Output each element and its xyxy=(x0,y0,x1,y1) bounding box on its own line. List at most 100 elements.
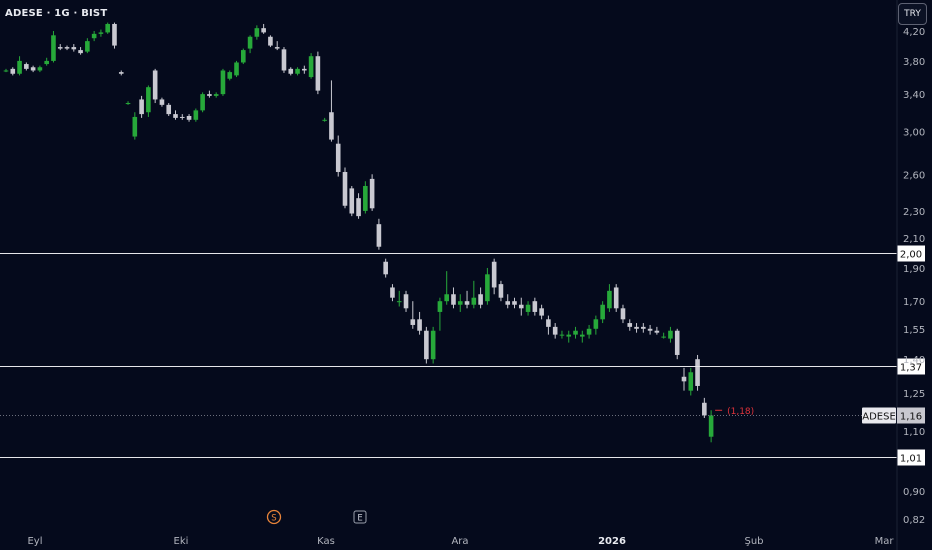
candle xyxy=(200,92,205,113)
candle-body xyxy=(627,323,633,327)
candle xyxy=(146,85,151,117)
candle-body xyxy=(471,297,477,305)
candle-body xyxy=(634,326,639,329)
candle-body xyxy=(159,99,165,105)
y-tick-label: 3,00 xyxy=(903,128,925,139)
candle-body xyxy=(207,94,212,96)
candle-body xyxy=(647,328,653,331)
candle-body xyxy=(390,287,395,298)
candle-body xyxy=(356,198,361,217)
candle-body xyxy=(498,284,504,298)
candle xyxy=(498,280,504,302)
candle-body xyxy=(146,87,151,113)
candle xyxy=(552,323,558,339)
x-tick-label: Mar xyxy=(875,536,895,547)
price-axis: 4,20 3,80 3,40 3,00 2,60 2,30 2,10 1,90 1,70 1,55… xyxy=(715,0,925,550)
candle xyxy=(607,284,612,312)
candle-body xyxy=(485,274,490,302)
candle-body xyxy=(78,50,83,54)
y-tick-label: 2,30 xyxy=(903,207,925,218)
candle-body xyxy=(586,328,592,335)
candle-body xyxy=(241,50,246,63)
candle xyxy=(281,47,287,73)
candle-body xyxy=(424,330,429,360)
candle xyxy=(322,117,327,122)
candle-body xyxy=(118,72,124,74)
time-axis: Eyl Eki Kas Ara 2026 Şub Mar xyxy=(27,536,894,547)
candle xyxy=(586,324,592,339)
candle-body xyxy=(539,308,544,316)
candle xyxy=(112,22,117,49)
candle xyxy=(105,22,110,34)
candle-body xyxy=(559,334,565,336)
candle xyxy=(674,328,680,360)
candle xyxy=(302,65,307,74)
candle-body xyxy=(112,23,117,46)
candle xyxy=(641,323,646,333)
candle-body xyxy=(227,72,233,79)
candle xyxy=(241,48,246,65)
candle xyxy=(403,290,409,312)
symbol-title: ADESE · 1G · BIST xyxy=(5,8,108,19)
candle-body xyxy=(430,330,436,360)
candle-body xyxy=(302,68,307,71)
candle xyxy=(220,68,226,96)
candle-body xyxy=(342,171,348,206)
candle xyxy=(186,114,192,122)
candle xyxy=(437,297,443,331)
candle xyxy=(24,62,29,71)
candle-body xyxy=(688,372,694,391)
candle-body xyxy=(17,60,22,74)
candle-body xyxy=(125,103,131,105)
y-tick-label: 1,90 xyxy=(903,264,925,275)
candle-body xyxy=(10,68,16,74)
candle-body xyxy=(410,319,416,325)
candle-body xyxy=(91,33,97,39)
currency-button[interactable]: TRY xyxy=(898,3,927,25)
candle xyxy=(64,45,70,51)
candle xyxy=(417,311,422,335)
candle-body xyxy=(71,47,77,50)
candle xyxy=(125,101,131,105)
candle-body xyxy=(702,402,707,416)
candle-body xyxy=(329,112,334,140)
x-tick-label: Eyl xyxy=(27,536,42,547)
candle-body xyxy=(573,330,578,335)
candle-body xyxy=(593,319,599,329)
candle-body xyxy=(363,185,368,211)
candle xyxy=(491,258,497,295)
candle-body xyxy=(335,143,341,172)
candle xyxy=(593,315,599,335)
candle-body xyxy=(552,326,558,335)
price-chart[interactable]: 2,001,371,01 4,20 3,80 3,40 3,00 2,60 2,30 2,1… xyxy=(0,0,932,550)
y-tick-label: 2,60 xyxy=(903,170,925,181)
candle-body xyxy=(708,415,714,437)
earnings-marker-label: E xyxy=(357,514,362,524)
candle-body xyxy=(247,36,253,49)
y-tick-label: 3,40 xyxy=(903,90,925,101)
candle-body xyxy=(37,67,43,71)
level-label: 1,01 xyxy=(900,454,922,465)
candle-body xyxy=(681,376,687,382)
candle-body xyxy=(491,261,497,288)
candle xyxy=(363,181,368,214)
candle-body xyxy=(274,47,280,49)
candle xyxy=(71,44,77,52)
candle xyxy=(430,326,436,364)
candle xyxy=(688,367,694,396)
candle-body xyxy=(641,326,646,329)
candle-body xyxy=(322,119,327,121)
candle-body xyxy=(234,62,239,76)
candle xyxy=(620,304,626,324)
candle-body xyxy=(295,68,300,74)
candle-body xyxy=(51,35,56,61)
candle xyxy=(17,56,22,76)
y-tick-label: 1,40 xyxy=(903,355,925,366)
candle xyxy=(30,65,36,73)
candle xyxy=(44,57,49,66)
candle-body xyxy=(674,330,680,355)
candle-body xyxy=(417,319,422,331)
candle-body xyxy=(383,261,388,275)
candle xyxy=(254,25,260,40)
y-tick-label: 4,20 xyxy=(903,27,925,38)
